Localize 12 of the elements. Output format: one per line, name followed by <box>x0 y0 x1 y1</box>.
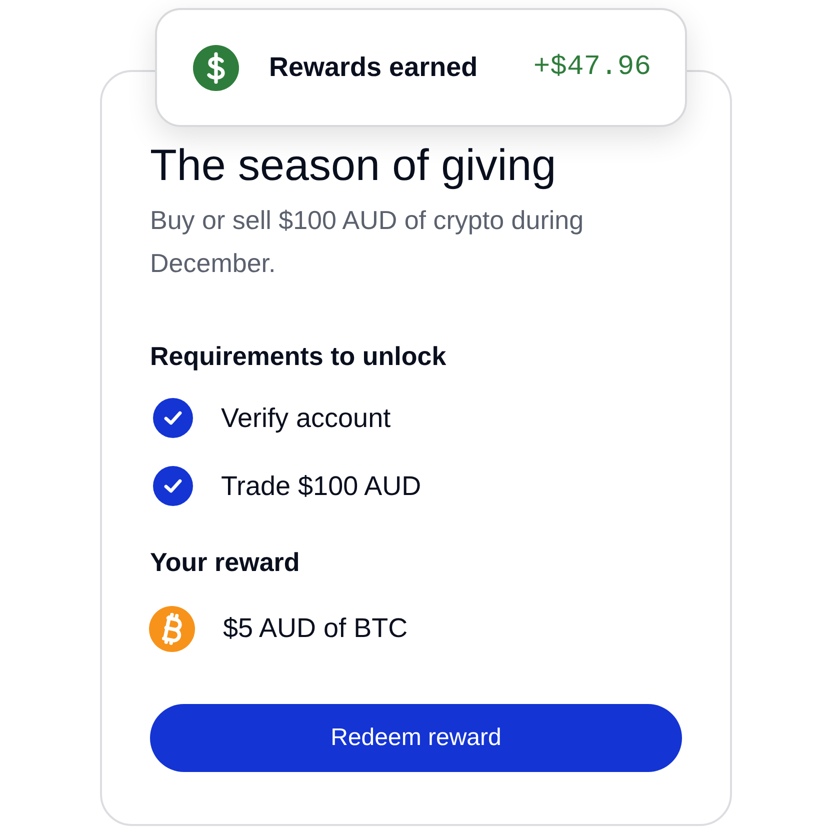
rewards-earned-label: Rewards earned <box>269 51 479 84</box>
rewards-amount: +$47.96 <box>533 50 651 84</box>
redeem-button[interactable]: Redeem reward <box>150 704 682 772</box>
requirement-label: Verify account <box>221 402 391 435</box>
reward-label: $5 AUD of BTC <box>223 612 408 646</box>
dollar-icon <box>193 44 239 90</box>
card-title: The season of giving <box>150 140 558 192</box>
card-description: Buy or sell $100 AUD of crypto during December. <box>150 204 585 280</box>
requirement-label: Trade $100 AUD <box>221 470 422 504</box>
bitcoin-icon <box>149 606 195 652</box>
reward-heading: Your reward <box>150 546 301 579</box>
requirements-heading: Requirements to unlock <box>150 340 448 373</box>
